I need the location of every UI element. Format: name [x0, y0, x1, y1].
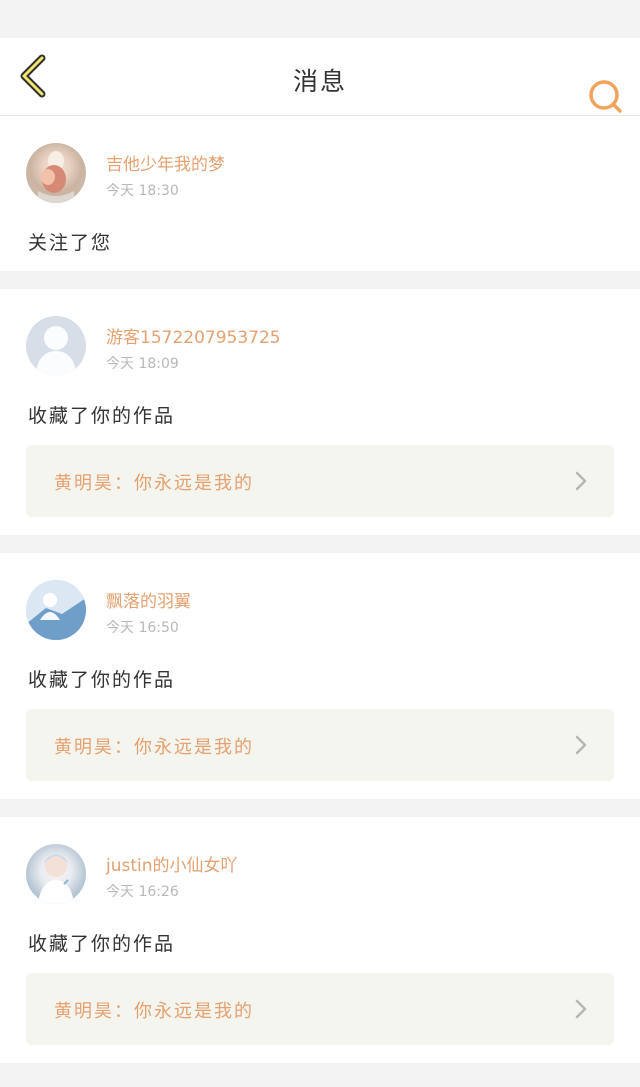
message-card[interactable]: justin的小仙女吖 今天 16:26 收藏了你的作品 黄明昊：你永远是我的: [0, 817, 640, 1063]
status-area: [0, 0, 640, 38]
message-card[interactable]: 吉他少年我的梦 今天 18:30 关注了您: [0, 116, 640, 271]
message-time: 今天 18:09: [106, 356, 179, 372]
chevron-right-icon: [575, 735, 587, 755]
message-time: 今天 18:30: [106, 183, 179, 199]
search-icon: [589, 80, 622, 113]
message-action: 关注了您: [28, 232, 113, 254]
user-name[interactable]: 飘落的羽翼: [106, 587, 191, 612]
avatar[interactable]: [26, 580, 86, 640]
message-action: 收藏了你的作品: [28, 405, 176, 427]
message-action: 收藏了你的作品: [28, 669, 176, 691]
work-preview[interactable]: 黄明昊：你永远是我的: [26, 973, 614, 1045]
message-time: 今天 16:26: [106, 884, 179, 900]
work-title: 黄明昊：你永远是我的: [54, 737, 254, 758]
avatar[interactable]: [26, 143, 86, 203]
app-header: 消息: [0, 38, 640, 116]
chevron-right-icon: [575, 999, 587, 1019]
avatar[interactable]: [26, 316, 86, 376]
user-name[interactable]: justin的小仙女吖: [106, 851, 238, 876]
search-button[interactable]: [586, 77, 624, 115]
message-action: 收藏了你的作品: [28, 933, 176, 955]
work-title: 黄明昊：你永远是我的: [54, 473, 254, 494]
user-name[interactable]: 吉他少年我的梦: [106, 150, 225, 175]
work-title: 黄明昊：你永远是我的: [54, 1001, 254, 1022]
work-preview[interactable]: 黄明昊：你永远是我的: [26, 445, 614, 517]
chevron-right-icon: [575, 471, 587, 491]
work-preview[interactable]: 黄明昊：你永远是我的: [26, 709, 614, 781]
message-card[interactable]: 飘落的羽翼 今天 16:50 收藏了你的作品 黄明昊：你永远是我的: [0, 553, 640, 799]
message-list: 吉他少年我的梦 今天 18:30 关注了您 游客1572207953725 今天…: [0, 116, 640, 1063]
message-time: 今天 16:50: [106, 620, 179, 636]
page-title: 消息: [292, 67, 347, 96]
avatar[interactable]: [26, 844, 86, 904]
user-name[interactable]: 游客1572207953725: [106, 323, 281, 348]
message-card[interactable]: 游客1572207953725 今天 18:09 收藏了你的作品 黄明昊：你永远…: [0, 289, 640, 535]
